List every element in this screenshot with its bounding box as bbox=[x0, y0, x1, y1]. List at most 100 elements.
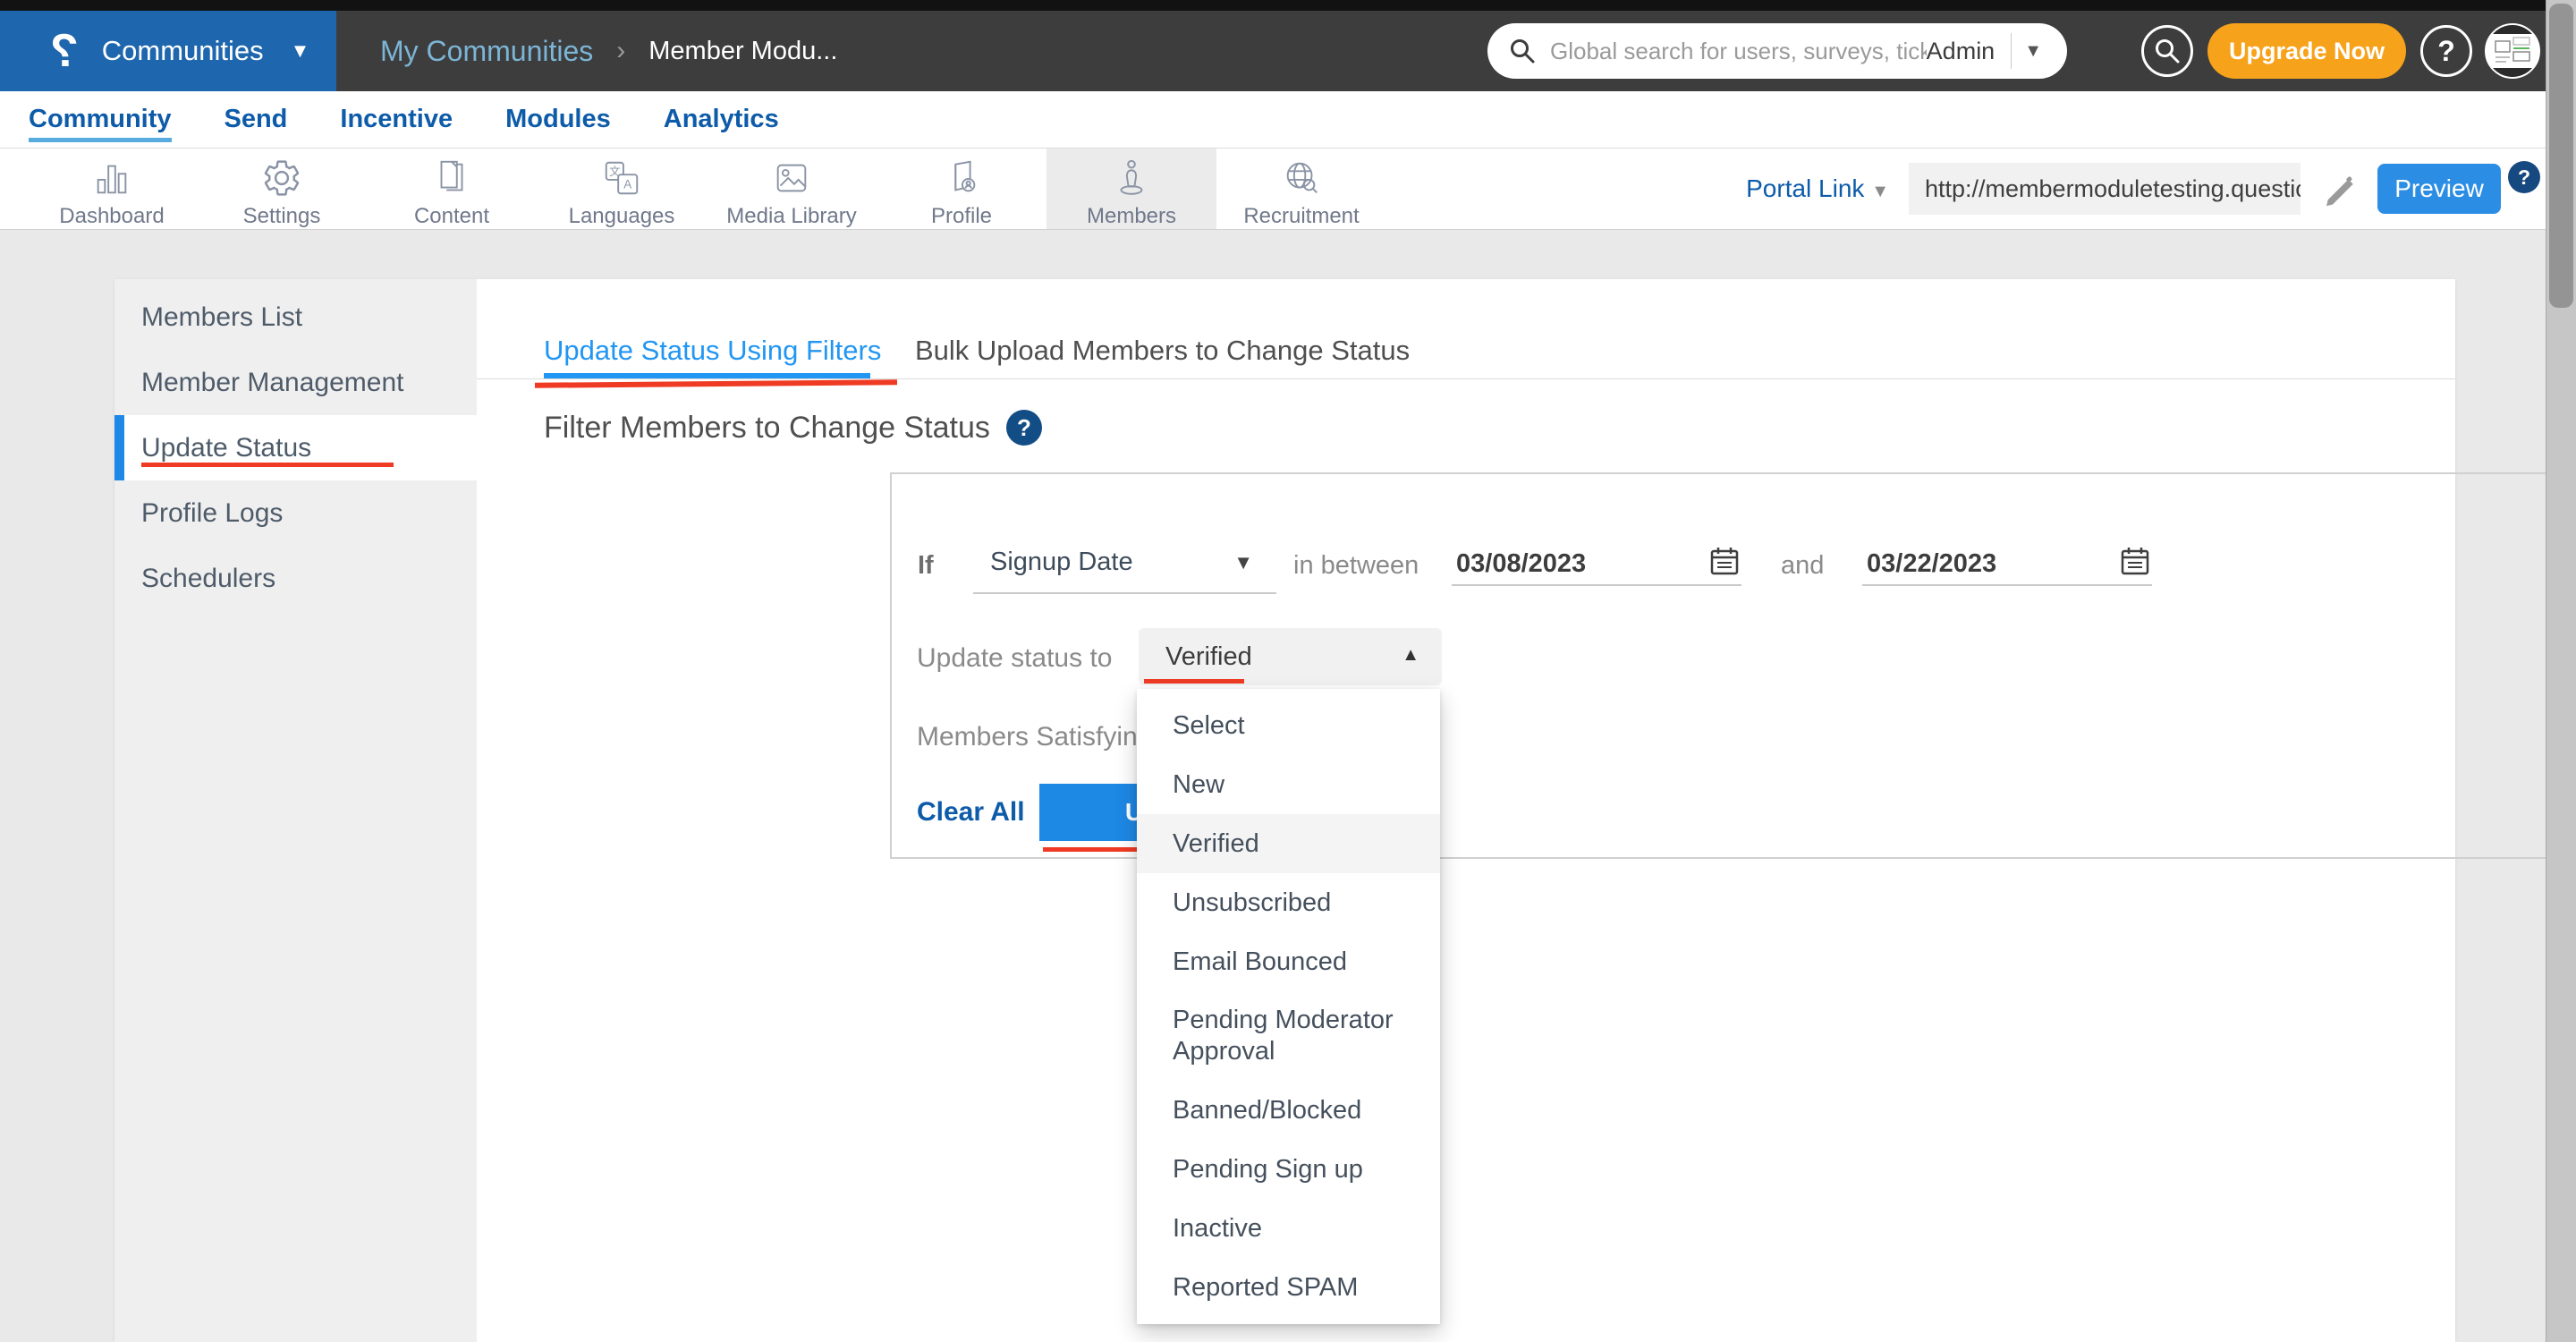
dropdown-option-unsubscribed[interactable]: Unsubscribed bbox=[1137, 873, 1440, 932]
pages-icon bbox=[430, 157, 473, 199]
date-to-input[interactable]: 03/22/2023 bbox=[1862, 537, 2152, 583]
person-icon bbox=[1110, 157, 1153, 199]
portal-help-icon[interactable]: ? bbox=[2508, 161, 2540, 193]
scope-dropdown-caret-icon[interactable]: ▼ bbox=[2012, 42, 2051, 60]
product-name: Communities bbox=[102, 35, 264, 67]
gear-icon bbox=[260, 157, 303, 199]
active-tab-red-underline bbox=[535, 379, 897, 388]
chevron-down-icon: ▼ bbox=[291, 41, 310, 61]
questionpro-logo-icon: ? bbox=[50, 28, 79, 74]
avatar[interactable] bbox=[2485, 23, 2540, 79]
dropdown-option-banned-blocked[interactable]: Banned/Blocked bbox=[1137, 1081, 1440, 1140]
search-icon bbox=[1509, 38, 1536, 64]
upgrade-now-button[interactable]: Upgrade Now bbox=[2207, 23, 2406, 79]
dropdown-option-select[interactable]: Select bbox=[1137, 696, 1440, 755]
header-bar: ? Communities ▼ My Communities › Member … bbox=[0, 11, 2576, 91]
nav-item-analytics[interactable]: Analytics bbox=[664, 91, 779, 148]
clear-all-link[interactable]: Clear All bbox=[917, 797, 1025, 828]
dropdown-option-reported-spam[interactable]: Reported SPAM bbox=[1137, 1258, 1440, 1317]
tab-bulk-upload-members[interactable]: Bulk Upload Members to Change Status bbox=[915, 335, 1410, 367]
global-search[interactable]: Global search for users, surveys, ticket… bbox=[1487, 23, 2067, 79]
image-icon bbox=[770, 157, 813, 199]
dropdown-option-new[interactable]: New bbox=[1137, 755, 1440, 814]
breadcrumb-parent-link[interactable]: My Communities bbox=[380, 35, 593, 68]
section-heading: Filter Members to Change Status ? bbox=[544, 410, 1042, 446]
help-button[interactable]: ? bbox=[2420, 25, 2472, 77]
filter-field-select[interactable]: Signup Date ▼ bbox=[977, 540, 1280, 587]
if-label: If bbox=[918, 551, 934, 581]
toolbar-item-dashboard[interactable]: Dashboard bbox=[27, 149, 197, 229]
update-status-content: Update Status Using Filters Bulk Upload … bbox=[477, 279, 2455, 1342]
portal-url-field[interactable]: http://membermoduletesting.questio bbox=[1909, 163, 2301, 215]
product-switcher[interactable]: ? Communities ▼ bbox=[0, 11, 336, 91]
sidebar-item-schedulers[interactable]: Schedulers bbox=[114, 546, 477, 611]
module-icons: Dashboard Settings Content 文 A bbox=[27, 149, 1386, 229]
operator-label: in between bbox=[1293, 551, 1419, 581]
dropdown-option-inactive[interactable]: Inactive bbox=[1137, 1199, 1440, 1258]
toolbar-item-content[interactable]: Content bbox=[367, 149, 537, 229]
status-select[interactable]: Verified ▲ bbox=[1139, 628, 1442, 685]
globe-search-icon bbox=[1280, 157, 1323, 199]
calendar-icon[interactable] bbox=[1709, 546, 1740, 576]
page-scrollbar[interactable] bbox=[2546, 0, 2576, 1342]
profile-folder-icon bbox=[940, 157, 983, 199]
dropdown-option-pending-sign-up[interactable]: Pending Sign up bbox=[1137, 1140, 1440, 1199]
toolbar-item-recruitment[interactable]: Recruitment bbox=[1216, 149, 1386, 229]
dropdown-option-pending-moderator-approval[interactable]: Pending Moderator Approval bbox=[1137, 991, 1440, 1081]
dropdown-option-email-bounced[interactable]: Email Bounced bbox=[1137, 932, 1440, 991]
heading-help-icon[interactable]: ? bbox=[1006, 410, 1042, 446]
scrollbar-thumb[interactable] bbox=[2549, 4, 2573, 308]
breadcrumb: My Communities › Member Modu... bbox=[380, 11, 837, 91]
date-underline bbox=[1862, 584, 2152, 586]
search-input[interactable]: Global search for users, surveys, ticket… bbox=[1550, 38, 1927, 65]
primary-nav: Community Send Incentive Modules Analyti… bbox=[0, 91, 2576, 149]
members-sidebar: Members List Member Management Update St… bbox=[114, 279, 477, 1342]
divider bbox=[477, 378, 2455, 379]
toolbar-item-settings[interactable]: Settings bbox=[197, 149, 367, 229]
dropdown-option-verified[interactable]: Verified bbox=[1137, 814, 1440, 873]
breadcrumb-current: Member Modu... bbox=[648, 37, 837, 66]
preview-button[interactable]: Preview bbox=[2377, 164, 2501, 214]
nav-item-community[interactable]: Community bbox=[29, 91, 172, 148]
avatar-image bbox=[2487, 25, 2538, 77]
nav-item-incentive[interactable]: Incentive bbox=[340, 91, 453, 148]
toolbar-item-members[interactable]: Members bbox=[1046, 149, 1216, 229]
active-tab-underline bbox=[544, 373, 870, 378]
portal-link-area: Portal Link ▼ http://membermoduletesting… bbox=[1746, 149, 2540, 229]
status-red-underline bbox=[1144, 679, 1244, 684]
toolbar-item-profile[interactable]: Profile bbox=[877, 149, 1046, 229]
app-window: ? Communities ▼ My Communities › Member … bbox=[0, 0, 2576, 1342]
date-from-input[interactable]: 03/08/2023 bbox=[1452, 537, 1741, 583]
sidebar-item-member-management[interactable]: Member Management bbox=[114, 350, 477, 415]
sidebar-item-update-status[interactable]: Update Status bbox=[114, 415, 477, 480]
page-title: Filter Members to Change Status bbox=[544, 411, 990, 446]
and-label: and bbox=[1781, 551, 1824, 581]
status-dropdown-menu: Select New Verified Unsubscribed Email B… bbox=[1137, 689, 1440, 1324]
date-underline bbox=[1452, 584, 1741, 586]
nav-item-send[interactable]: Send bbox=[225, 91, 288, 148]
search-scope-value: Admin bbox=[1927, 38, 2012, 65]
field-underline bbox=[973, 592, 1276, 594]
search-submit-button[interactable] bbox=[2141, 25, 2193, 77]
chevron-down-icon: ▼ bbox=[1871, 182, 1889, 201]
toolbar-item-languages[interactable]: 文 A Languages bbox=[537, 149, 707, 229]
translate-icon: 文 A bbox=[600, 157, 643, 199]
content-card: Members List Member Management Update St… bbox=[114, 279, 2455, 1342]
calendar-icon[interactable] bbox=[2120, 546, 2150, 576]
tab-update-status-using-filters[interactable]: Update Status Using Filters bbox=[544, 335, 881, 367]
toolbar-item-media-library[interactable]: Media Library bbox=[707, 149, 877, 229]
bar-chart-icon bbox=[90, 157, 133, 199]
nav-item-modules[interactable]: Modules bbox=[505, 91, 611, 148]
active-red-underline bbox=[141, 463, 394, 467]
update-status-to-label: Update status to bbox=[917, 643, 1112, 674]
module-toolbar: Dashboard Settings Content 文 A bbox=[0, 149, 2576, 230]
sidebar-item-members-list[interactable]: Members List bbox=[114, 285, 477, 350]
chevron-down-icon: ▼ bbox=[1233, 553, 1253, 573]
portal-link-dropdown[interactable]: Portal Link ▼ bbox=[1746, 174, 1889, 203]
breadcrumb-separator-icon: › bbox=[616, 36, 625, 66]
sidebar-item-profile-logs[interactable]: Profile Logs bbox=[114, 480, 477, 546]
chevron-up-icon: ▲ bbox=[1402, 646, 1419, 664]
svg-text:A: A bbox=[623, 178, 631, 191]
edit-pencil-icon[interactable] bbox=[2320, 170, 2358, 208]
search-icon bbox=[2154, 38, 2181, 64]
